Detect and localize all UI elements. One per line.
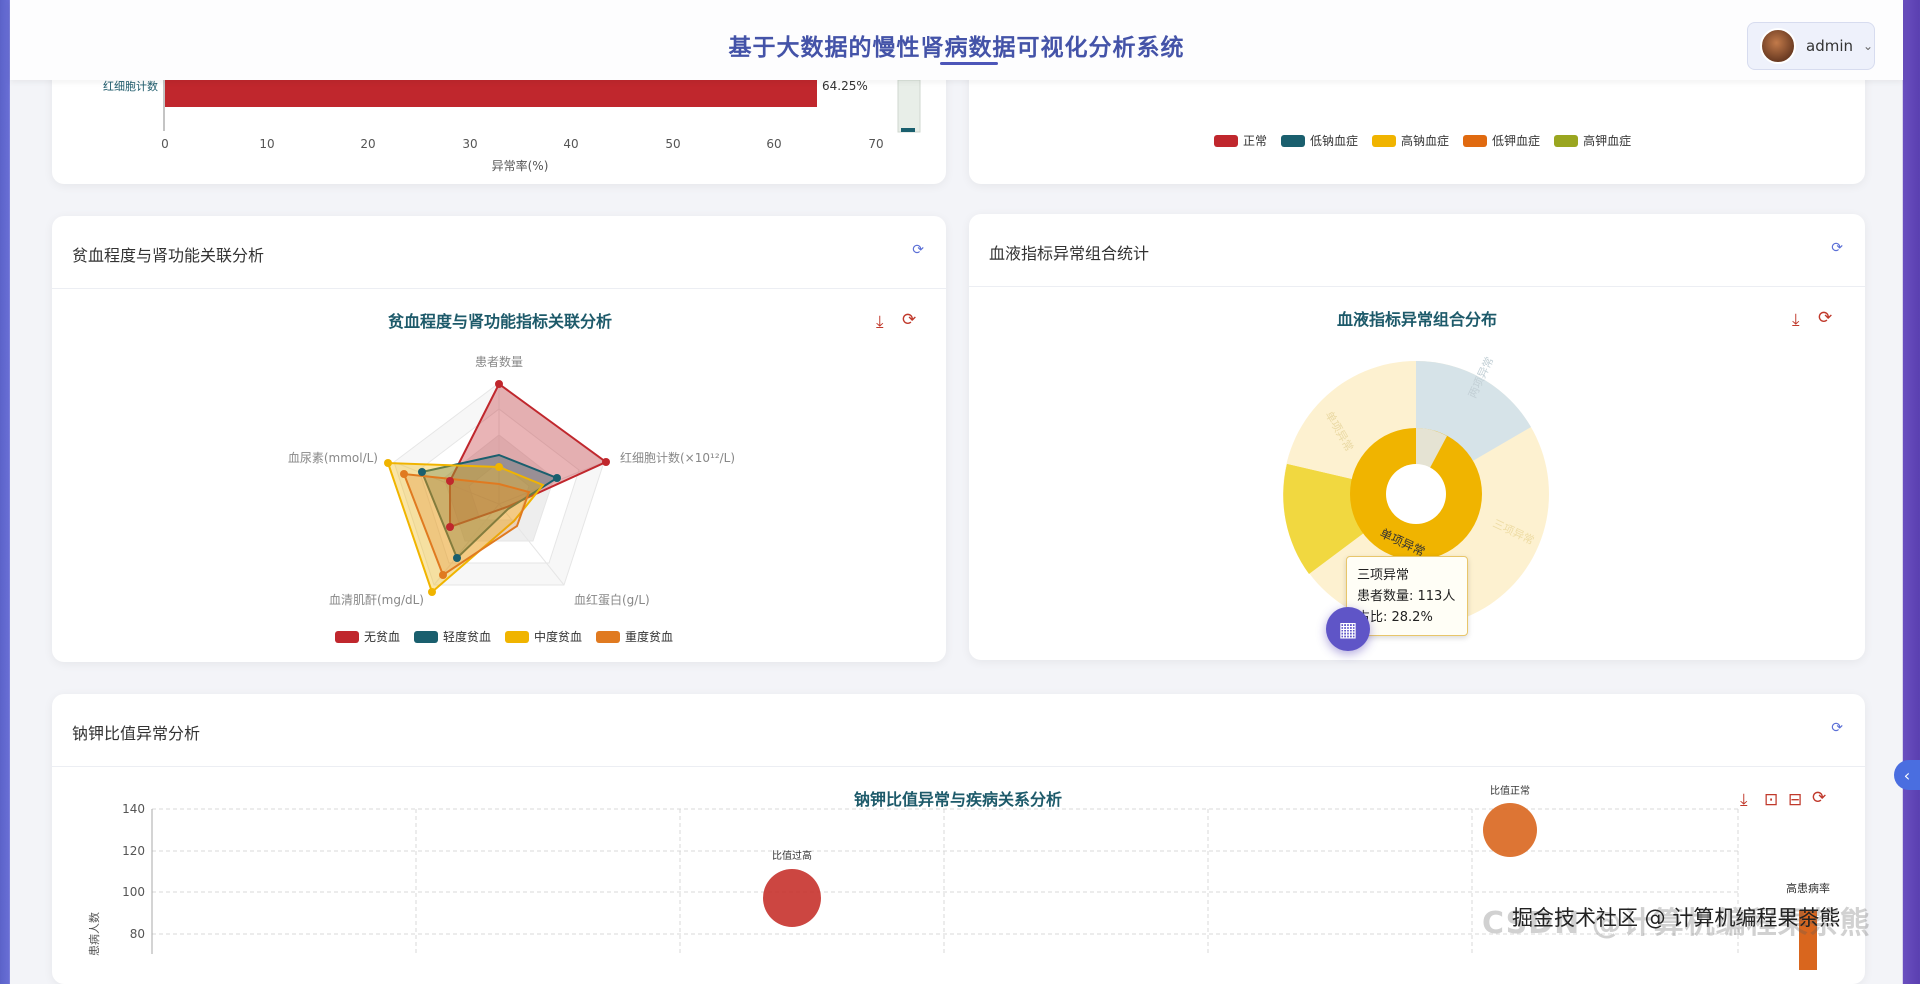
legend-swatch: [1281, 134, 1306, 147]
point: [439, 571, 447, 579]
legend-swatch: [1214, 134, 1238, 147]
legend-swatch: [1554, 134, 1579, 147]
legend-hypokalemia[interactable]: 低钾血症: [1463, 132, 1540, 149]
point: [453, 554, 461, 562]
tick-30: 30: [462, 137, 477, 151]
bar-category-label: 红细胞计数: [103, 80, 158, 93]
x-axis-ticks: 0 10 20 30 40 50 60 70: [161, 137, 883, 151]
username: admin: [1806, 37, 1853, 55]
electrolyte-legend: 正常 低钠血症 高钠血症 低钾血症 高钾血症: [1214, 132, 1631, 149]
chevron-down-icon: ⌄: [1863, 39, 1874, 53]
avatar: [1760, 28, 1796, 64]
grid-menu-button[interactable]: ▦: [1326, 607, 1370, 651]
bar-rbc: [165, 80, 817, 107]
bubble-label: 高患病率: [1786, 881, 1830, 895]
radar-indicator: 红细胞计数(×10¹²/L): [620, 450, 735, 465]
y-tick: 100: [122, 885, 145, 899]
grid-icon: ▦: [1338, 617, 1358, 641]
legend-swatch: [1463, 134, 1488, 147]
legend-swatch: [1372, 134, 1397, 147]
radar-indicator: 患者数量: [475, 354, 523, 369]
point: [418, 468, 426, 476]
point: [384, 459, 392, 467]
top-header: 基于大数据的慢性肾病数据可视化分析系统 admin ⌄: [10, 0, 1903, 80]
chevron-left-icon: ‹: [1903, 765, 1911, 785]
legend-no-anemia[interactable]: 无贫血: [335, 628, 400, 645]
tick-0: 0: [161, 137, 169, 151]
tick-70: 70: [868, 137, 883, 151]
radar-indicator: 血尿素(mmol/L): [288, 451, 378, 465]
legend-normal[interactable]: 正常: [1214, 132, 1267, 149]
tick-40: 40: [563, 137, 578, 151]
y-axis-label: 患病人数: [87, 912, 101, 956]
point: [495, 380, 503, 388]
radar-chart: 患者数量 红细胞计数(×10¹²/L) 血红蛋白(g/L) 血清肌酐(mg/dL…: [288, 354, 735, 607]
zoom-slider-handle: [901, 128, 915, 132]
legend-swatch: [414, 630, 439, 643]
tooltip-count: 患者数量: 113人: [1357, 589, 1456, 604]
side-collapse-button[interactable]: ‹: [1894, 760, 1920, 790]
watermark: 掘金技术社区 @ 计算机编程果茶熊: [1512, 906, 1841, 930]
point: [553, 474, 561, 482]
legend-hypernatremia[interactable]: 高钠血症: [1372, 132, 1449, 149]
x-axis-label: 异常率(%): [492, 158, 549, 173]
legend-swatch: [505, 630, 530, 643]
bubble-normal: [1483, 803, 1537, 857]
legend-mild-anemia[interactable]: 轻度贫血: [414, 628, 491, 645]
legend-hyperkalemia[interactable]: 高钾血症: [1554, 132, 1631, 149]
legend-hyponatremia[interactable]: 低钠血症: [1281, 132, 1358, 149]
bubble-label: 比值正常: [1490, 784, 1530, 797]
y-tick: 120: [122, 844, 145, 858]
point: [446, 523, 454, 531]
title-underline: [940, 62, 998, 65]
bubble-label: 比值过高: [772, 849, 812, 862]
radar-indicator: 血红蛋白(g/L): [574, 592, 650, 607]
center-hole: [1386, 464, 1446, 524]
point: [602, 458, 610, 466]
point: [428, 588, 436, 596]
point: [400, 470, 408, 478]
legend-swatch: [335, 630, 359, 643]
tick-50: 50: [665, 137, 680, 151]
radar-indicator: 血清肌酐(mg/dL): [329, 593, 424, 607]
zoom-slider: [897, 79, 921, 133]
legend-swatch: [596, 630, 621, 643]
tooltip-ratio: 占比: 28.2%: [1357, 610, 1433, 625]
legend-severe-anemia[interactable]: 重度贫血: [596, 628, 673, 645]
anemia-card: 贫血程度与肾功能关联分析 ⟳ 贫血程度与肾功能指标关联分析 ⤓ ⟳ 患者数量 红…: [52, 216, 946, 662]
anemia-legend: 无贫血 轻度贫血 中度贫血 重度贫血: [335, 628, 673, 645]
bar-value-label: 64.25%: [822, 79, 868, 93]
tick-20: 20: [360, 137, 375, 151]
point: [446, 477, 454, 485]
y-tick: 140: [122, 802, 145, 816]
legend-moderate-anemia[interactable]: 中度贫血: [505, 628, 582, 645]
y-tick: 80: [130, 927, 145, 941]
tick-10: 10: [259, 137, 274, 151]
user-menu[interactable]: admin ⌄: [1747, 22, 1875, 70]
point: [495, 463, 503, 471]
app-title: 基于大数据的慢性肾病数据可视化分析系统: [728, 35, 1185, 61]
tick-60: 60: [766, 137, 781, 151]
tooltip-title: 三项异常: [1357, 568, 1410, 583]
bubble-high: [763, 869, 821, 927]
